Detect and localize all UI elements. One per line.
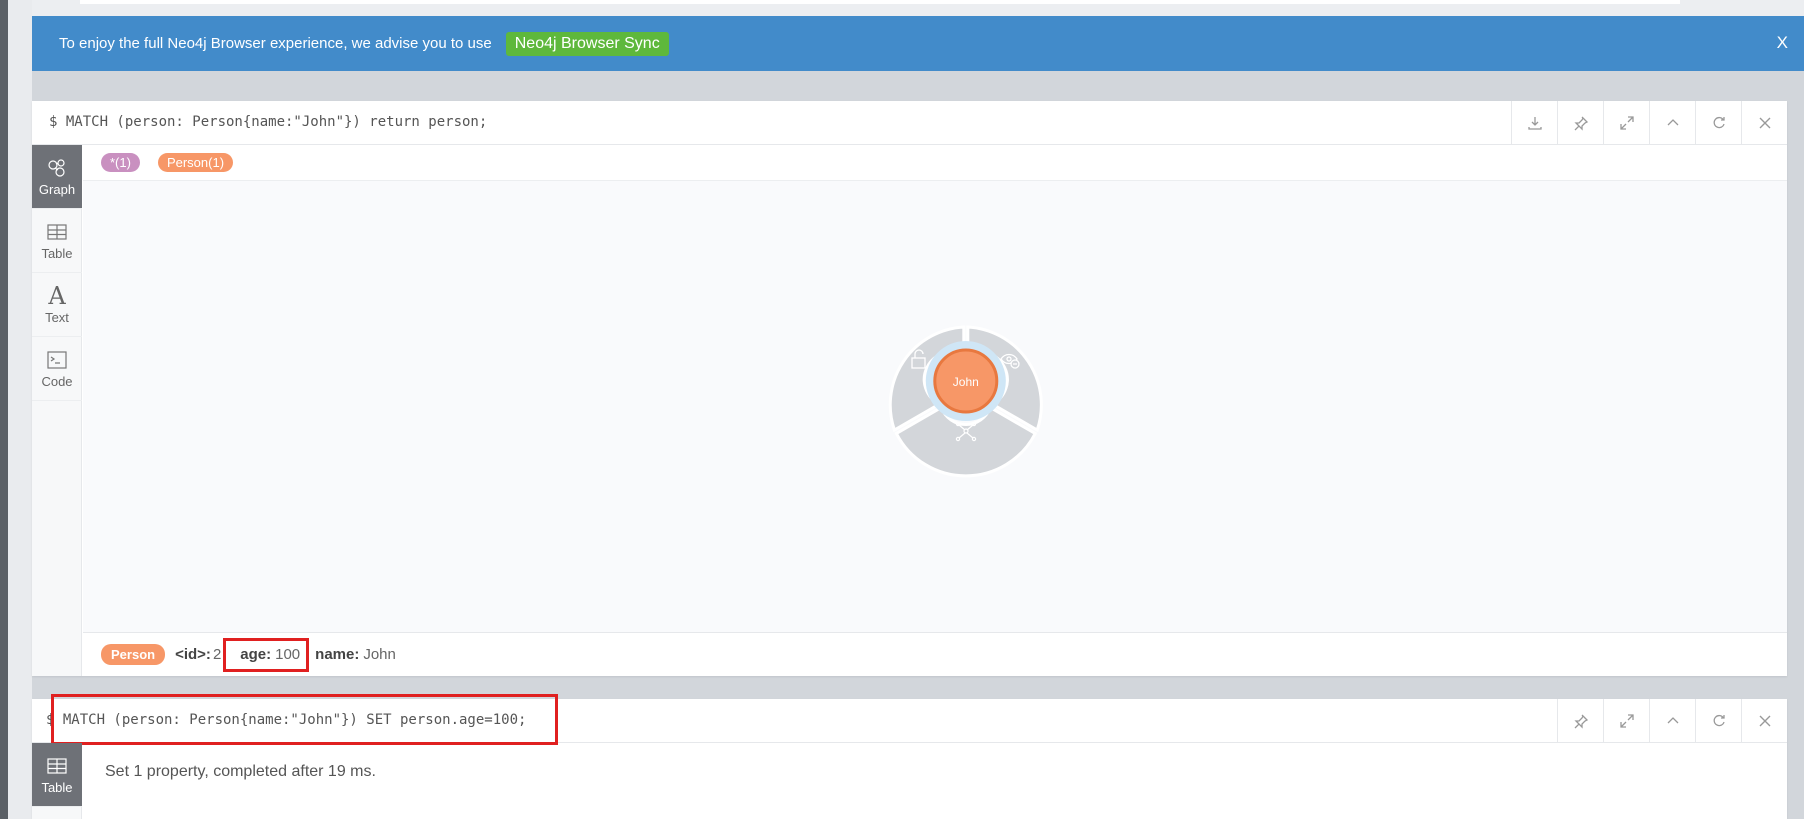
sidebar-background <box>8 0 32 819</box>
expand-icon[interactable] <box>1603 101 1649 145</box>
prop-id-key: <id>: <box>175 646 211 663</box>
tab-graph[interactable]: Graph <box>32 145 82 209</box>
expand-icon[interactable] <box>1603 699 1649 743</box>
collapse-icon[interactable] <box>1649 101 1695 145</box>
node-caption: John <box>953 375 979 389</box>
person-label-pill[interactable]: Person(1) <box>157 153 234 172</box>
frame-header: $ MATCH (person: Person{name:"John"}) re… <box>32 101 1787 145</box>
pin-icon[interactable] <box>1557 101 1603 145</box>
tab-code-label: Code <box>41 373 73 389</box>
result-frame-set: $ MATCH (person: Person{name:"John"}) SE… <box>32 694 1787 819</box>
tab-text-label: Text <box>45 310 69 325</box>
left-edge <box>0 0 8 819</box>
command-highlight-box <box>51 694 558 745</box>
tab-graph-label: Graph <box>38 181 76 197</box>
view-tabs: Graph Table A Text Code <box>32 145 82 676</box>
prop-age-value: 100 <box>275 646 301 663</box>
prop-id-value: 2 <box>212 646 222 663</box>
editor-input[interactable] <box>80 0 1680 4</box>
tab-code[interactable]: Code <box>32 337 82 401</box>
all-nodes-pill[interactable]: *(1) <box>101 153 140 172</box>
result-message: Set 1 property, completed after 19 ms. <box>105 763 376 780</box>
frame-actions <box>1557 699 1787 743</box>
frame-command[interactable]: $ MATCH (person: Person{name:"John"}) re… <box>49 114 487 130</box>
table-icon <box>47 223 67 240</box>
code-icon <box>47 350 67 369</box>
result-frame-graph: $ MATCH (person: Person{name:"John"}) re… <box>32 101 1787 676</box>
table-icon <box>47 757 67 774</box>
editor-strip <box>32 0 1804 16</box>
tab-text[interactable]: A Text <box>32 273 82 337</box>
close-icon[interactable] <box>1741 699 1787 743</box>
close-icon[interactable] <box>1741 101 1787 145</box>
rerun-icon[interactable] <box>1695 699 1741 743</box>
prop-name-key: name: <box>315 646 360 663</box>
age-highlight-box: age: 100 <box>223 637 310 672</box>
tab-table-label: Table <box>41 779 73 795</box>
frame-actions <box>1511 101 1787 145</box>
tab-table-label: Table <box>41 245 73 261</box>
frame-header: $ MATCH (person: Person{name:"John"}) SE… <box>32 694 1787 745</box>
prop-age-key: age: <box>240 646 272 663</box>
status-label-pill[interactable]: Person <box>101 644 166 665</box>
prop-name-value: John <box>363 646 396 663</box>
rerun-icon[interactable] <box>1695 101 1741 145</box>
node-ring-menu: John <box>888 325 1043 478</box>
collapse-icon[interactable] <box>1649 699 1695 743</box>
sync-banner: To enjoy the full Neo4j Browser experien… <box>32 16 1804 71</box>
tab-table[interactable]: Table <box>32 209 82 273</box>
graph-icon <box>48 158 65 177</box>
label-legend-bar: *(1) Person(1) <box>83 145 1787 181</box>
view-tabs: Table <box>32 743 82 819</box>
graph-canvas[interactable]: John <box>83 181 1787 632</box>
pin-icon[interactable] <box>1557 699 1603 743</box>
banner-text: To enjoy the full Neo4j Browser experien… <box>59 35 492 52</box>
text-icon: A <box>48 282 66 310</box>
download-icon[interactable] <box>1511 101 1557 145</box>
banner-close-button[interactable]: X <box>1777 33 1788 53</box>
tab-table[interactable]: Table <box>32 743 82 807</box>
browser-sync-button[interactable]: Neo4j Browser Sync <box>505 31 669 56</box>
node-properties-bar: Person <id>: 2 age: 100 name: John <box>83 632 1787 676</box>
